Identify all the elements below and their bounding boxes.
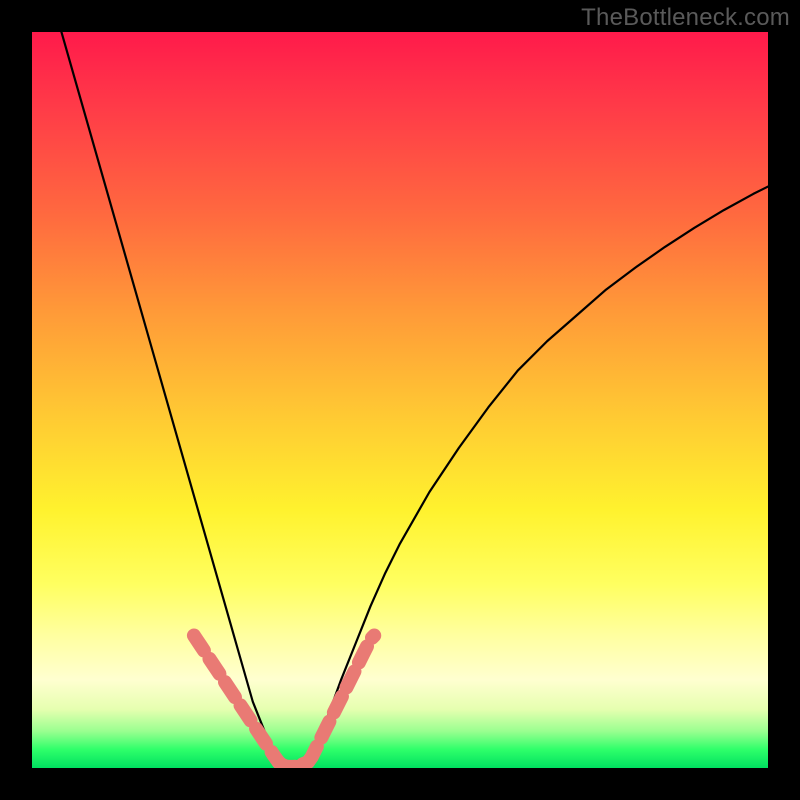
watermark-text: TheBottleneck.com (581, 4, 790, 32)
plot-area (32, 32, 768, 768)
highlight-segment-bottom (279, 762, 308, 767)
curve-layer (32, 32, 768, 768)
bottleneck-curve (61, 32, 768, 767)
highlight-segment-right (308, 636, 374, 763)
highlight-segment-left (194, 636, 279, 763)
chart-frame: TheBottleneck.com (0, 0, 800, 800)
